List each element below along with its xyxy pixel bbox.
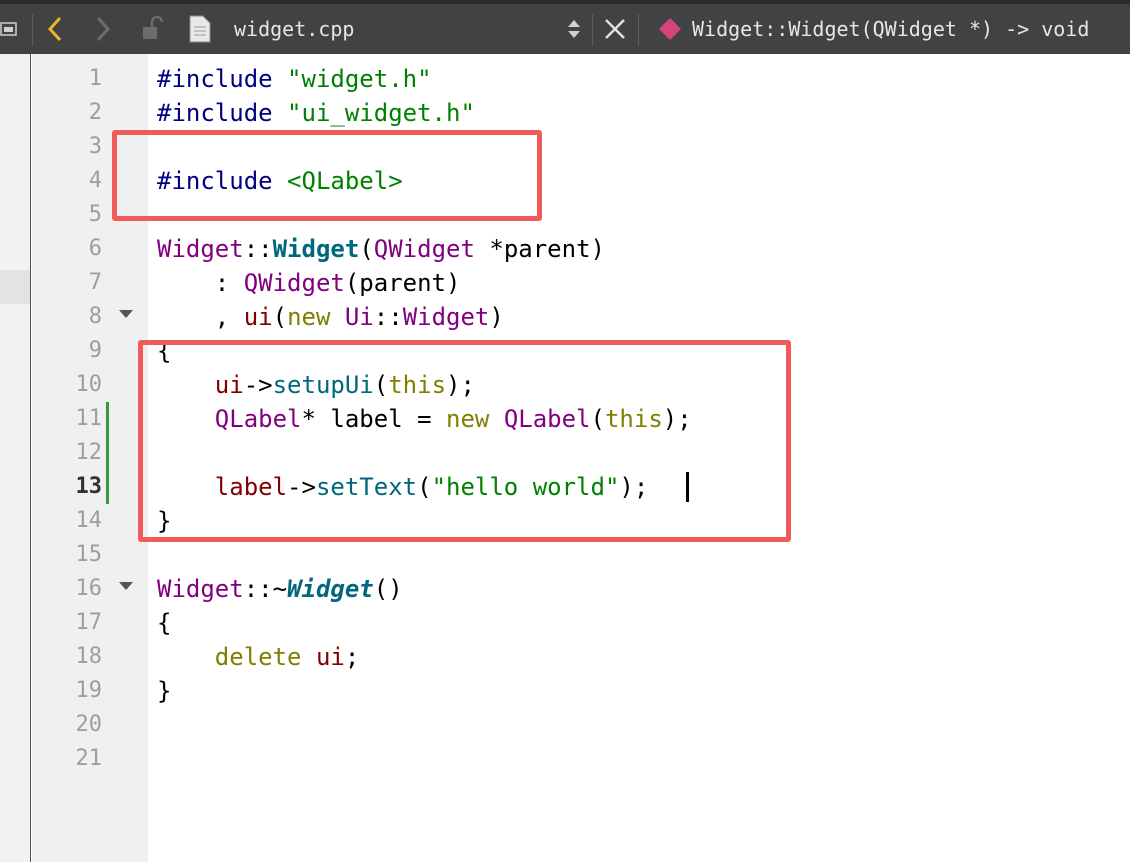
line-number: 21 <box>75 746 103 771</box>
function-marker-icon <box>658 4 682 54</box>
line-number: 9 <box>88 338 102 363</box>
highlight-box-label-code <box>138 340 791 542</box>
split-view-icon[interactable] <box>0 4 20 54</box>
line-number: 17 <box>75 610 103 635</box>
change-marker <box>106 470 109 504</box>
file-dropdown-icon[interactable] <box>566 4 582 54</box>
back-arrow-icon[interactable] <box>44 4 66 54</box>
line-number: 12 <box>75 440 103 465</box>
line-number: 5 <box>88 202 102 227</box>
line-number: 15 <box>75 542 103 567</box>
code-line-8: , ui(new Ui::Widget) <box>157 303 504 331</box>
forward-arrow-icon[interactable] <box>92 4 114 54</box>
code-line-7: : QWidget(parent) <box>157 269 461 297</box>
editor-toolbar: widget.cpp Widget::Widget(QWidget *) -> … <box>0 0 1130 54</box>
code-line-2: #include "ui_widget.h" <box>157 99 475 127</box>
code-line-16: Widget::~Widget() <box>157 575 403 603</box>
line-number: 19 <box>75 678 103 703</box>
code-line-17: { <box>157 609 172 637</box>
lock-icon[interactable] <box>140 4 166 54</box>
code-line-18: delete ui; <box>214 643 360 671</box>
line-number: 14 <box>75 508 103 533</box>
file-name[interactable]: widget.cpp <box>234 4 354 54</box>
line-number: 1 <box>88 66 102 91</box>
code-line-19: } <box>157 677 172 705</box>
fold-toggle-icon[interactable] <box>119 310 133 318</box>
line-number: 8 <box>88 304 102 329</box>
sidebar-selected-row[interactable] <box>0 270 30 304</box>
code-line-6: Widget::Widget(QWidget *parent) <box>157 235 605 263</box>
change-marker <box>106 436 109 470</box>
file-icon <box>188 4 212 54</box>
current-function-selector[interactable]: Widget::Widget(QWidget *) -> void <box>692 4 1089 54</box>
highlight-box-include <box>112 130 542 221</box>
line-number: 6 <box>88 236 102 261</box>
left-sidebar-strip <box>0 54 31 862</box>
line-number: 20 <box>75 712 103 737</box>
line-number: 18 <box>75 644 103 669</box>
line-number: 11 <box>75 406 103 431</box>
line-number: 2 <box>88 100 102 125</box>
line-number: 16 <box>75 576 103 601</box>
line-number: 4 <box>88 168 102 193</box>
fold-toggle-icon[interactable] <box>119 582 133 590</box>
close-icon[interactable] <box>604 4 626 54</box>
line-number: 10 <box>75 372 103 397</box>
line-number: 3 <box>88 134 102 159</box>
code-line-1: #include "widget.h" <box>157 65 432 93</box>
change-marker <box>106 402 109 436</box>
line-number-current: 13 <box>75 474 103 499</box>
line-number: 7 <box>88 270 102 295</box>
